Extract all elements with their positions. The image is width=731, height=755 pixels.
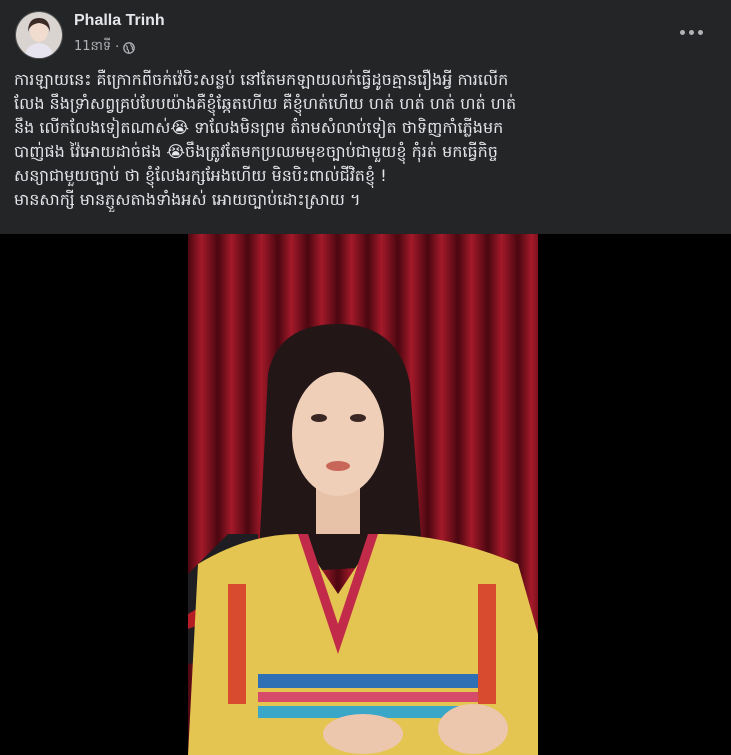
more-options-button[interactable]	[677, 20, 705, 44]
post-media[interactable]	[0, 234, 731, 755]
more-dot	[679, 29, 685, 35]
post-text-line: មានសាក្សី មានភ្ញួសតាងទាំងអស់ អោយច្បាប់ដោ…	[14, 190, 361, 209]
meta-separator: ·	[115, 40, 120, 55]
globe-icon	[123, 41, 136, 54]
post-text-line: បាញ់ផង វ៉ៃអោយដាច់ផង 😭ចឹងត្រូវតែមកប្រឈមមុ…	[14, 142, 498, 161]
post-text-line: នឹង លើកលែងទៀតណាស់😭 ទាលែងមិនព្រម តំរាមសំល…	[14, 118, 504, 137]
video-frame[interactable]	[188, 234, 538, 755]
more-dot	[697, 29, 703, 35]
post-text-line: ការឡាយនេះ គឺក្រោកពីចក់វ៉េបិះសន្លប់ នៅតែម…	[14, 70, 509, 89]
video-still	[188, 234, 538, 755]
post-timestamp[interactable]: 11នាទី	[74, 38, 111, 57]
post-text-line: សន្យាជាមួយច្បាប់ ថា ខ្ញុំលែងរក្សអែងហើយ ម…	[14, 166, 387, 185]
more-dot	[688, 29, 694, 35]
post-text: ការឡាយនេះ គឺក្រោកពីចក់វ៉េបិះសន្លប់ នៅតែម…	[14, 68, 714, 212]
post-text-line: លែង នឹងទ្រាំសព្វគ្រប់បែបយ៉ាងគឺខ្ញុំឆ្កែត…	[14, 94, 517, 113]
author-avatar[interactable]	[15, 11, 63, 59]
author-name[interactable]: Phalla Trinh	[74, 12, 165, 30]
post-header: Phalla Trinh 11នាទី ·	[0, 0, 731, 66]
post-meta: 11នាទី ·	[74, 38, 136, 57]
avatar-image	[16, 12, 62, 58]
